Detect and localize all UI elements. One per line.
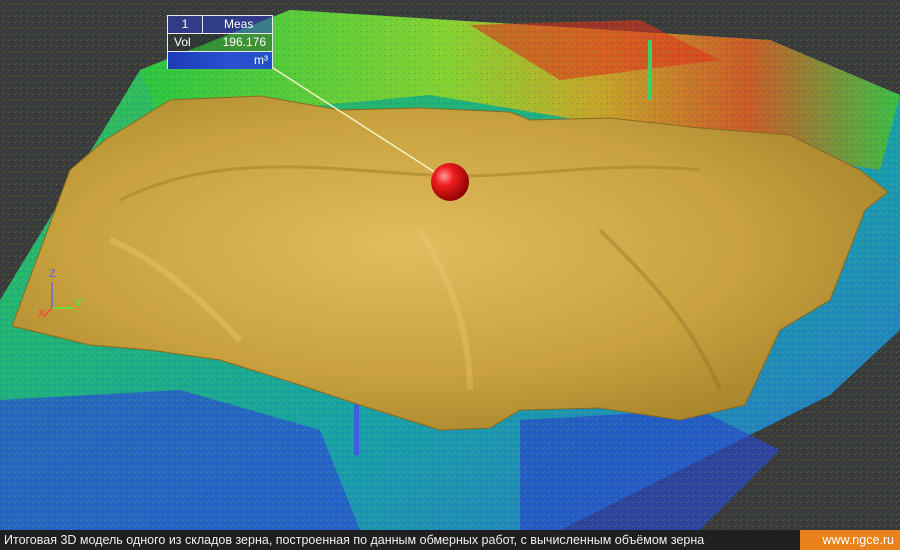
- measurement-volume-row: Vol 196.176: [168, 34, 272, 52]
- volume-unit: m³: [254, 53, 268, 67]
- volume-label: Vol: [174, 35, 191, 49]
- point-cloud-scene: [0, 0, 900, 530]
- axis-z-label: Z: [49, 268, 56, 280]
- axis-y-label: Y: [75, 297, 83, 309]
- measurement-title: Meas: [224, 17, 254, 31]
- caption-text: Итоговая 3D модель одного из складов зер…: [4, 533, 705, 547]
- support-post-back: [648, 40, 652, 100]
- axis-x-label: X: [38, 308, 46, 320]
- caption-bar: Итоговая 3D модель одного из складов зер…: [0, 530, 900, 550]
- site-badge[interactable]: www.ngce.ru: [800, 530, 900, 550]
- volume-measurement-label[interactable]: 1 Meas Vol 196.176 m³: [167, 15, 273, 69]
- measurement-unit-row: m³: [168, 52, 272, 69]
- measure-marker-sphere: [431, 163, 469, 201]
- 3d-viewport[interactable]: 1 Meas Vol 196.176 m³ Z Y X: [0, 0, 900, 530]
- volume-value: 196.176: [222, 35, 266, 49]
- measurement-header-row: 1 Meas: [168, 16, 272, 34]
- site-link[interactable]: www.ngce.ru: [822, 530, 894, 550]
- axis-triad: Z Y X: [34, 268, 94, 325]
- measurement-id: 1: [168, 16, 203, 33]
